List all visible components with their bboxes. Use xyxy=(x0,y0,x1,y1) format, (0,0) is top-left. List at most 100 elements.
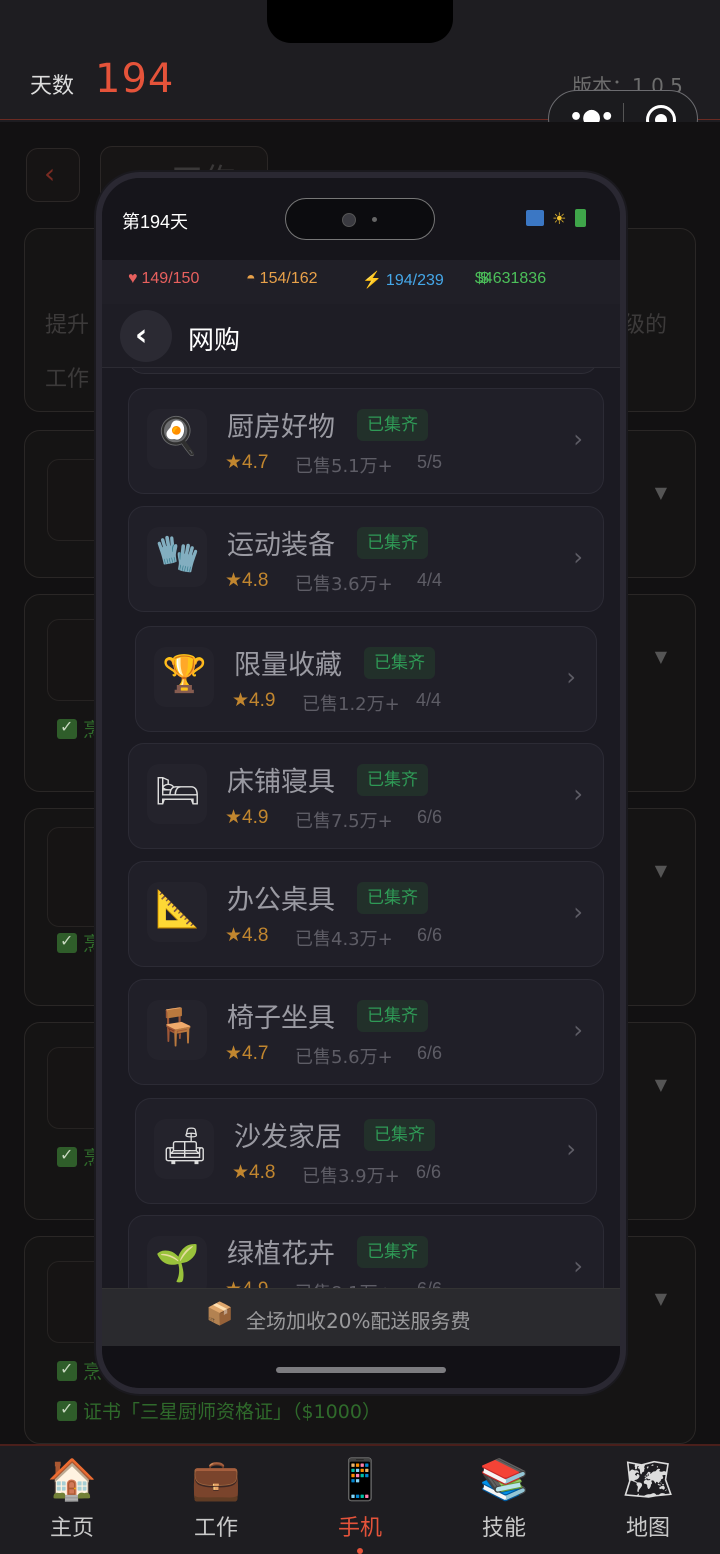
collection-progress: 6/6 xyxy=(416,1162,442,1182)
star-icon: ★ xyxy=(225,925,243,946)
category-card[interactable]: 🏆 限量收藏 已集齐 ★4.9 已售1.2万+ 4/4 › xyxy=(135,626,597,732)
seedling-icon: 🌱 xyxy=(147,1236,207,1288)
sold-count: 已售3.6万+ xyxy=(295,574,393,595)
category-card[interactable]: 🧤 运动装备 已集齐 ★4.8 已售3.6万+ 4/4 › xyxy=(128,506,604,612)
collection-progress: 4/4 xyxy=(416,690,442,710)
tab-work[interactable]: 💼 工作 xyxy=(166,1454,266,1542)
phone-overlay: 第194天 ☀ ♥ 149/150 ◓ 154/162 ⚡ 194/239 $$463… xyxy=(96,172,626,1394)
rating: ★4.8 xyxy=(225,570,269,591)
category-card[interactable]: 🛋 沙发家居 已集齐 ★4.8 已售3.9万+ 6/6 › xyxy=(135,1098,597,1204)
tab-label: 主页 xyxy=(49,1516,94,1541)
star-icon: ★ xyxy=(232,690,250,711)
tab-skills[interactable]: 📚 技能 xyxy=(454,1454,554,1542)
sun-icon: ☀ xyxy=(552,209,567,228)
status-icons: ☀ xyxy=(526,206,589,228)
tab-label: 地图 xyxy=(625,1516,670,1541)
delivery-notice-text: 全场加收20%配送服务费 xyxy=(246,1309,471,1333)
rating: ★4.9 xyxy=(232,690,276,711)
collection-progress: 4/4 xyxy=(417,570,443,590)
day-label: 天数 xyxy=(30,74,75,99)
tab-label: 技能 xyxy=(481,1516,526,1541)
sold-count: 已售3.9万+ xyxy=(302,1166,400,1187)
back-button[interactable]: ‹ xyxy=(120,310,172,362)
battery-icon xyxy=(574,209,586,227)
collected-badge: 已集齐 xyxy=(364,1119,435,1151)
active-tab-indicator xyxy=(357,1548,363,1554)
rating: ★4.7 xyxy=(225,1043,269,1064)
rating: ★4.9 xyxy=(225,1278,268,1288)
chevron-right-icon: › xyxy=(566,663,576,691)
category-name: 办公桌具 xyxy=(227,885,335,916)
map-icon: 🗺 xyxy=(622,1457,674,1503)
bottom-tab-bar: 🏠 主页 💼 工作 📱 手机 📚 技能 🗺 地图 xyxy=(0,1444,720,1554)
chevron-right-icon: › xyxy=(566,1135,576,1163)
delivery-notice-bar: 📦 全场加收20%配送服务费 xyxy=(102,1288,620,1346)
sold-count: 已售5.6万+ xyxy=(295,1047,393,1068)
package-icon: 📦 xyxy=(206,1302,234,1327)
collected-badge: 已集齐 xyxy=(357,527,428,559)
mobile-phone-icon: 📱 xyxy=(335,1457,385,1503)
tab-home[interactable]: 🏠 主页 xyxy=(22,1454,122,1542)
chevron-right-icon: › xyxy=(573,898,583,926)
sold-count: 已售1.2万+ xyxy=(302,694,400,715)
briefcase-icon: 💼 xyxy=(191,1457,241,1503)
category-card[interactable]: 🌱 绿植花卉已集齐 ★4.9 已售8.1万+ 6/6 › xyxy=(128,1215,604,1288)
star-icon: ★ xyxy=(232,1162,250,1183)
category-card[interactable]: 🪑 椅子坐具 已集齐 ★4.7 已售5.6万+ 6/6 › xyxy=(128,979,604,1085)
health-stat: ♥ 149/150 xyxy=(128,270,200,287)
category-name: 椅子坐具 xyxy=(227,1003,335,1034)
lightning-icon: ⚡ xyxy=(362,272,382,289)
camera-icon xyxy=(342,213,356,227)
triangle-ruler-icon: 📐 xyxy=(147,882,207,942)
tab-phone[interactable]: 📱 手机 xyxy=(310,1454,410,1554)
tab-map[interactable]: 🗺 地图 xyxy=(598,1454,698,1542)
phone-screen: 第194天 ☀ ♥ 149/150 ◓ 154/162 ⚡ 194/239 $$463… xyxy=(102,178,620,1388)
star-icon: ★ xyxy=(225,1043,243,1064)
collection-progress: 6/6 xyxy=(417,807,443,827)
rating: ★4.9 xyxy=(225,807,269,828)
category-card[interactable]: 🛏 床铺寝具 已集齐 ★4.9 已售7.5万+ 6/6 › xyxy=(128,743,604,849)
shop-nav-bar: ‹ 网购 xyxy=(102,304,620,368)
chevron-right-icon: › xyxy=(573,780,583,808)
chevron-right-icon: › xyxy=(573,425,583,453)
collected-badge: 已集齐 xyxy=(364,647,435,679)
books-icon: 📚 xyxy=(479,1457,529,1503)
collected-badge: 已集齐 xyxy=(357,409,428,441)
bg-back-button: ‹ xyxy=(26,148,80,202)
sold-count: 已售5.1万+ xyxy=(295,456,393,477)
tab-label: 工作 xyxy=(193,1516,238,1541)
list-item xyxy=(128,368,598,374)
chevron-left-icon: ‹ xyxy=(135,318,148,353)
rice-bowl-icon: ◓ xyxy=(246,270,256,287)
category-list[interactable]: 🍳 厨房好物 已集齐 ★4.7 已售5.1万+ 5/5 › 🧤 运动装备 已集齐 ★4.8 已售3.6… xyxy=(102,368,620,1288)
category-card[interactable]: 📐 办公桌具 已集齐 ★4.8 已售4.3万+ 6/6 › xyxy=(128,861,604,967)
tab-label: 手机 xyxy=(337,1516,382,1541)
chair-icon: 🪑 xyxy=(147,1000,207,1060)
bed-icon: 🛏 xyxy=(147,764,207,824)
star-icon: ★ xyxy=(225,570,243,591)
collected-badge: 已集齐 xyxy=(357,1236,428,1268)
category-name: 厨房好物 xyxy=(227,412,335,443)
rating: ★4.7 xyxy=(225,452,269,473)
sold-count: 已售8.1万+ xyxy=(295,1279,393,1288)
collection-progress: 6/6 xyxy=(417,1043,443,1063)
player-stats-bar: ♥ 149/150 ◓ 154/162 ⚡ 194/239 $$4631836 xyxy=(102,260,620,304)
collected-badge: 已集齐 xyxy=(357,882,428,914)
category-name: 绿植花卉 xyxy=(227,1239,335,1270)
category-name: 运动装备 xyxy=(227,530,335,561)
device-notch xyxy=(267,0,453,43)
home-indicator[interactable] xyxy=(276,1367,446,1373)
star-icon: ★ xyxy=(225,807,243,828)
money-stat: $$4631836 xyxy=(474,270,547,287)
gloves-icon: 🧤 xyxy=(147,527,207,587)
category-name: 沙发家居 xyxy=(234,1122,342,1153)
phone-status-bar: 第194天 ☀ xyxy=(102,178,620,260)
frying-pan-icon: 🍳 xyxy=(147,409,207,469)
dynamic-island xyxy=(285,198,435,240)
house-icon: 🏠 xyxy=(47,1457,97,1503)
category-card[interactable]: 🍳 厨房好物 已集齐 ★4.7 已售5.1万+ 5/5 › xyxy=(128,388,604,494)
chevron-right-icon: › xyxy=(573,543,583,571)
collection-progress: 6/6 xyxy=(417,1279,442,1288)
sold-count: 已售7.5万+ xyxy=(295,811,393,832)
couch-icon: 🛋 xyxy=(154,1119,214,1179)
